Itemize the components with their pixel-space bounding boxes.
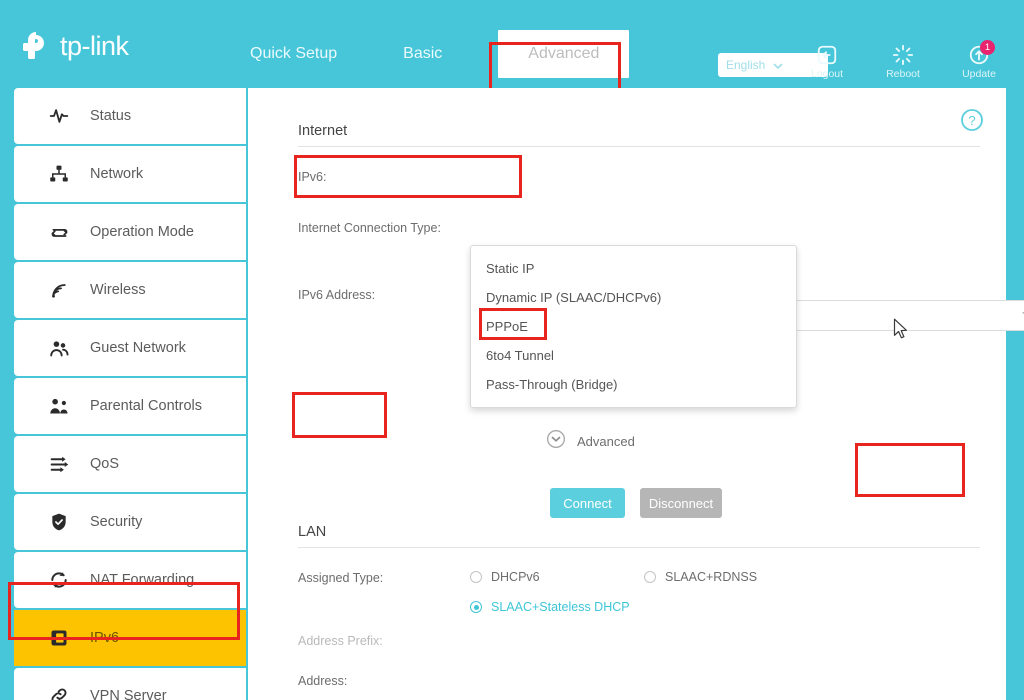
radio-circle-icon bbox=[470, 601, 482, 613]
radio-dhcpv6[interactable]: DHCPv6 bbox=[470, 570, 540, 584]
sidebar-item-wireless[interactable]: Wireless bbox=[14, 262, 246, 318]
lan-section-rule bbox=[298, 547, 980, 548]
dropdown-option-pppoe[interactable]: PPPoE bbox=[471, 312, 796, 341]
radio-circle-icon bbox=[470, 571, 482, 583]
logout-label: Logout bbox=[810, 68, 844, 80]
update-badge: 1 bbox=[980, 40, 995, 55]
sidebar-item-label: NAT Forwarding bbox=[90, 572, 195, 588]
update-button[interactable]: 1 Update bbox=[952, 40, 1006, 80]
dropdown-option-pass-through[interactable]: Pass-Through (Bridge) bbox=[471, 370, 796, 399]
tp-link-logo-icon bbox=[18, 28, 54, 64]
sidebar-item-security[interactable]: Security bbox=[14, 494, 246, 550]
sidebar-nav: Status Network Operation Mode Wireless G… bbox=[14, 88, 246, 700]
ipv6-address-label: IPv6 Address: bbox=[298, 288, 376, 302]
router-admin-page: tp-link Quick Setup Basic Advanced Engli… bbox=[0, 0, 1024, 700]
radio-slaac-rdnss[interactable]: SLAAC+RDNSS bbox=[644, 570, 757, 584]
advanced-expander[interactable]: Advanced bbox=[546, 429, 635, 454]
logout-button[interactable]: Logout bbox=[800, 44, 854, 80]
chain-link-icon bbox=[46, 686, 72, 700]
sidebar-item-label: Status bbox=[90, 108, 132, 124]
internet-section-rule bbox=[298, 146, 980, 147]
sidebar-item-label: QoS bbox=[90, 456, 120, 472]
sidebar-item-operation-mode[interactable]: Operation Mode bbox=[14, 204, 246, 260]
update-label: Update bbox=[962, 68, 996, 80]
svg-text:?: ? bbox=[968, 113, 975, 128]
radio-label: SLAAC+RDNSS bbox=[665, 570, 758, 584]
connection-type-dropdown: Static IP Dynamic IP (SLAAC/DHCPv6) PPPo… bbox=[470, 245, 797, 408]
language-value: English bbox=[726, 58, 766, 72]
reboot-icon bbox=[892, 44, 914, 66]
ipv6-toggle-label: IPv6: bbox=[298, 170, 327, 184]
connection-type-label: Internet Connection Type: bbox=[298, 221, 441, 235]
reboot-button[interactable]: Reboot bbox=[876, 44, 930, 80]
users-icon bbox=[46, 338, 72, 359]
radio-label: DHCPv6 bbox=[491, 570, 540, 584]
logout-icon bbox=[817, 45, 837, 65]
lan-section-title: LAN bbox=[298, 524, 327, 540]
internet-section-title: Internet bbox=[298, 123, 348, 139]
sidebar-item-vpn-server[interactable]: VPN Server bbox=[14, 668, 246, 700]
pulse-icon bbox=[46, 106, 72, 126]
address-prefix-label: Address Prefix: bbox=[298, 634, 383, 648]
header-actions: Logout Reboot 1 Update bbox=[800, 40, 1006, 80]
wifi-signal-icon bbox=[46, 280, 72, 300]
sidebar-item-label: Operation Mode bbox=[90, 224, 194, 240]
sidebar-item-label: Parental Controls bbox=[90, 398, 203, 414]
advanced-label: Advanced bbox=[577, 434, 635, 449]
shield-icon bbox=[46, 512, 72, 532]
disconnect-button[interactable]: Disconnect bbox=[640, 488, 722, 518]
sidebar-item-label: Security bbox=[90, 514, 143, 530]
radio-slaac-stateless-dhcp[interactable]: SLAAC+Stateless DHCP bbox=[470, 600, 630, 614]
brand-name: tp-link bbox=[60, 30, 129, 61]
assigned-type-label: Assigned Type: bbox=[298, 571, 384, 585]
nat-refresh-icon bbox=[46, 570, 72, 590]
sidebar-item-label: VPN Server bbox=[90, 688, 167, 700]
loop-arrows-icon bbox=[46, 222, 72, 243]
dropdown-option-dynamic-ip[interactable]: Dynamic IP (SLAAC/DHCPv6) bbox=[471, 283, 796, 312]
sidebar-item-label: Network bbox=[90, 166, 144, 182]
sidebar-item-label: Wireless bbox=[90, 282, 146, 298]
sidebar-item-parental-controls[interactable]: Parental Controls bbox=[14, 378, 246, 434]
page-header: tp-link Quick Setup Basic Advanced Engli… bbox=[0, 0, 1024, 92]
nav-basic[interactable]: Basic bbox=[403, 44, 442, 64]
brand-logo[interactable]: tp-link bbox=[18, 28, 129, 64]
ipv6-document-icon bbox=[46, 628, 72, 648]
qos-sliders-icon bbox=[46, 454, 72, 475]
radio-circle-icon bbox=[644, 571, 656, 583]
sidebar-item-network[interactable]: Network bbox=[14, 146, 246, 202]
reboot-label: Reboot bbox=[886, 68, 920, 80]
top-navigation: Quick Setup Basic Advanced bbox=[250, 30, 669, 78]
address-label: Address: bbox=[298, 674, 348, 688]
radio-label: SLAAC+Stateless DHCP bbox=[491, 600, 630, 614]
sidebar-item-label: Guest Network bbox=[90, 340, 186, 356]
nav-advanced[interactable]: Advanced bbox=[498, 30, 630, 78]
help-circle-icon[interactable]: ? bbox=[960, 108, 984, 137]
network-tree-icon bbox=[46, 164, 72, 184]
chevron-down-circle-icon bbox=[546, 429, 566, 454]
dropdown-option-6to4-tunnel[interactable]: 6to4 Tunnel bbox=[471, 341, 796, 370]
parent-child-icon bbox=[46, 396, 72, 417]
sidebar-item-qos[interactable]: QoS bbox=[14, 436, 246, 492]
dropdown-option-static-ip[interactable]: Static IP bbox=[471, 254, 796, 283]
nav-quick-setup[interactable]: Quick Setup bbox=[250, 44, 337, 64]
sidebar-item-nat-forwarding[interactable]: NAT Forwarding bbox=[14, 552, 246, 608]
connect-button[interactable]: Connect bbox=[550, 488, 625, 518]
sidebar-item-ipv6[interactable]: IPv6 bbox=[14, 610, 246, 666]
sidebar-item-status[interactable]: Status bbox=[14, 88, 246, 144]
sidebar-item-label: IPv6 bbox=[90, 630, 120, 646]
sidebar-item-guest-network[interactable]: Guest Network bbox=[14, 320, 246, 376]
